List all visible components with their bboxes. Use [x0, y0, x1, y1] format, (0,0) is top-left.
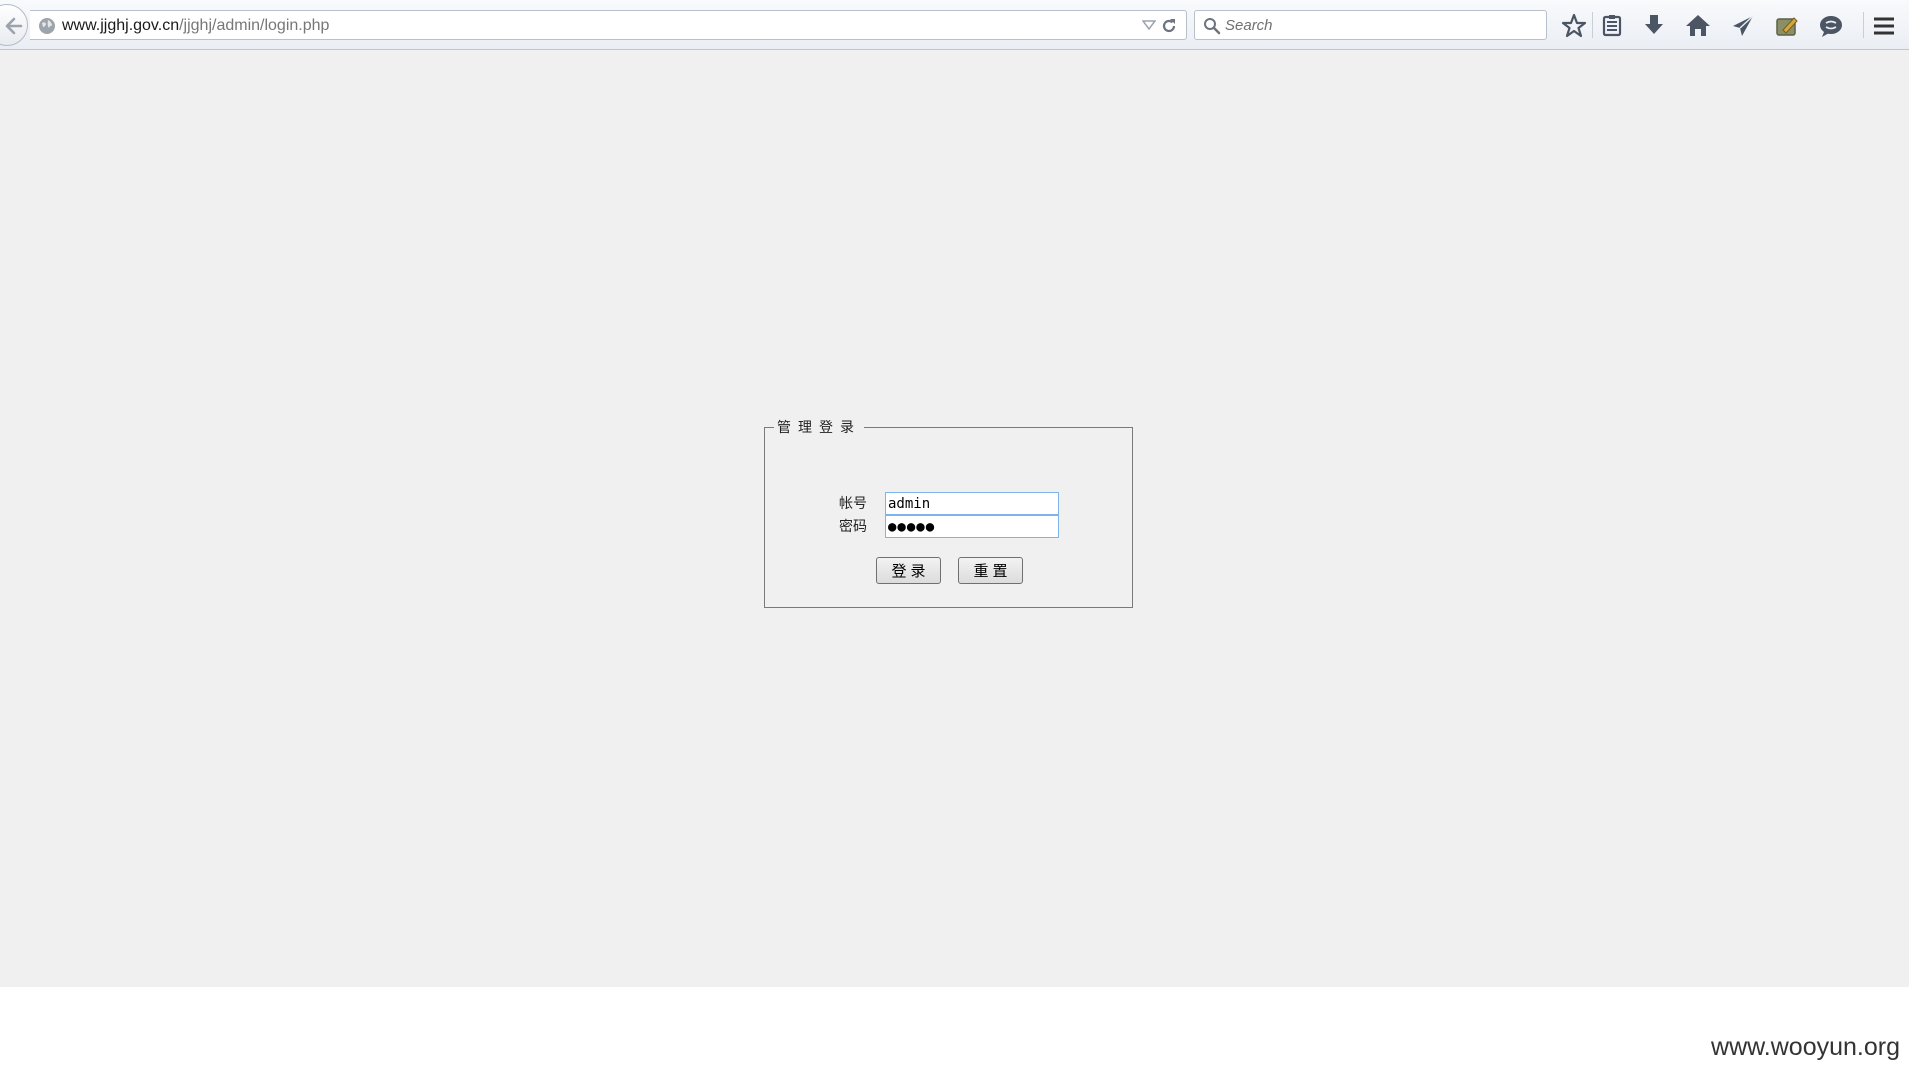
- back-button[interactable]: [0, 4, 28, 46]
- back-arrow-icon: [5, 17, 23, 35]
- url-host: www.jjghj.gov.cn: [62, 17, 180, 34]
- dropdown-triangle-icon[interactable]: [1142, 20, 1156, 32]
- url-path: /jjghj/admin/login.php: [179, 17, 330, 34]
- browser-toolbar: www.jjghj.gov.cn/jjghj/admin/login.php: [0, 0, 1909, 50]
- bookmarks-list-icon[interactable]: [1598, 12, 1626, 40]
- home-icon[interactable]: [1684, 12, 1712, 40]
- download-arrow-icon[interactable]: [1640, 12, 1668, 40]
- url-bar[interactable]: www.jjghj.gov.cn/jjghj/admin/login.php: [30, 10, 1187, 40]
- reset-button[interactable]: 重置: [958, 557, 1023, 584]
- password-input[interactable]: [885, 515, 1059, 538]
- search-bar[interactable]: [1194, 10, 1547, 40]
- globe-icon: [39, 18, 55, 34]
- url-text[interactable]: www.jjghj.gov.cn/jjghj/admin/login.php: [62, 17, 329, 35]
- send-paper-plane-icon[interactable]: [1729, 12, 1757, 40]
- toolbar-separator: [1592, 12, 1593, 38]
- toolbar-separator: [1863, 12, 1864, 38]
- page-content: 管理登录 帐号 密码 登录 重置: [0, 50, 1909, 987]
- login-fieldset: 管理登录 帐号 密码 登录 重置: [764, 417, 1133, 608]
- search-input[interactable]: [1225, 14, 1535, 36]
- hamburger-menu-icon[interactable]: [1870, 12, 1898, 40]
- bookmark-star-icon[interactable]: [1560, 12, 1588, 40]
- login-legend: 管理登录: [777, 420, 861, 436]
- watermark: www.wooyun.org: [1711, 1033, 1900, 1061]
- extension-addon-icon[interactable]: [1773, 12, 1801, 40]
- search-icon: [1204, 18, 1221, 35]
- username-input[interactable]: [885, 492, 1059, 515]
- password-label: 密码: [839, 519, 867, 535]
- login-button[interactable]: 登录: [876, 557, 941, 584]
- chat-bubble-icon[interactable]: [1817, 12, 1845, 40]
- reload-icon[interactable]: [1160, 17, 1178, 35]
- username-label: 帐号: [839, 496, 867, 512]
